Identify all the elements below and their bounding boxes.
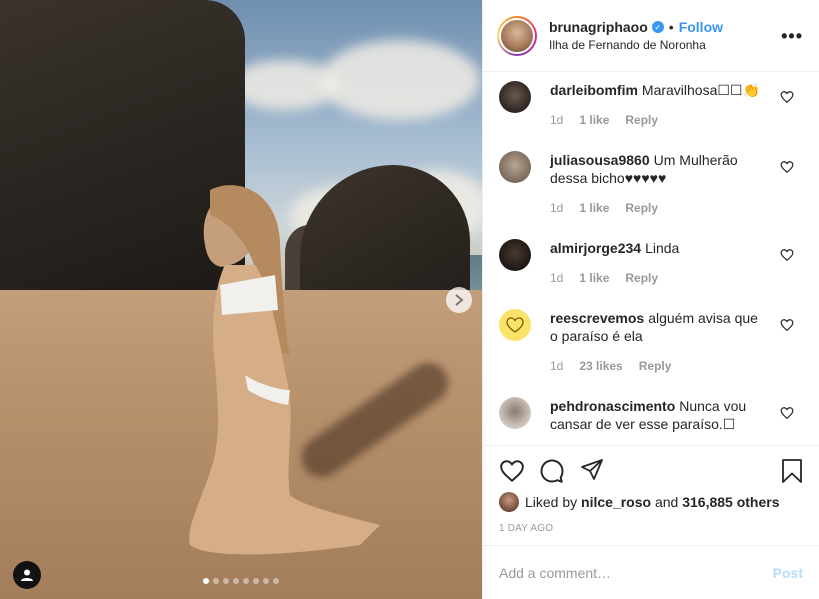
reply-button[interactable]: Reply [625,113,658,127]
carousel-indicator [203,578,279,584]
heart-icon[interactable] [780,160,794,174]
comment-text: Linda [645,240,680,256]
likes-summary: Liked by nilce_roso and 316,885 others [499,492,780,512]
comment-avatar[interactable] [499,309,531,341]
heart-icon[interactable] [780,318,794,332]
more-options-icon[interactable]: ••• [781,26,803,47]
carousel-dot [233,578,239,584]
user-tags-button[interactable] [13,561,41,589]
post-comment-button[interactable]: Post [773,565,803,581]
carousel-dot [253,578,259,584]
reply-button[interactable]: Reply [639,359,672,373]
liker-avatar[interactable] [499,492,519,512]
cloud [320,40,480,120]
comment-avatar[interactable] [499,397,531,429]
person-icon [21,569,33,581]
heart-icon[interactable] [780,90,794,104]
share-icon[interactable] [580,458,604,482]
likes-others[interactable]: 316,885 others [682,494,779,510]
comment-input[interactable] [499,564,773,581]
comment-likes[interactable]: 1 like [579,113,609,127]
verified-badge-icon: ✓ [651,21,664,33]
reply-button[interactable]: Reply [625,201,658,215]
author-avatar[interactable] [497,15,537,56]
comment-list: darleibomfim Maravilhosa☐☐👏 1d 1 like Rep… [483,73,819,445]
bookmark-icon[interactable] [781,458,803,484]
post-panel: brunagriphaoo ✓ • Follow Ilha de Fernand… [482,0,819,599]
comment-likes[interactable]: 1 like [579,201,609,215]
post-timestamp[interactable]: 1 DAY AGO [499,523,553,534]
comment-username[interactable]: reescrevemos [550,310,644,326]
comment-time[interactable]: 1d [550,359,563,373]
post-actions: Liked by nilce_roso and 316,885 others 1… [483,445,819,545]
reply-button[interactable]: Reply [625,271,658,285]
heart-icon[interactable] [780,248,794,262]
follow-button[interactable]: Follow [679,19,723,35]
carousel-dot [203,578,209,584]
person-figure [189,185,380,555]
comment-bubble-icon[interactable] [539,458,565,484]
comment-time[interactable]: 1d [550,271,563,285]
heart-icon[interactable] [780,406,794,420]
chevron-right-icon [455,294,464,306]
comment-username[interactable]: almirjorge234 [550,240,641,256]
comment-time[interactable]: 1d [550,201,563,215]
comment-avatar[interactable] [499,239,531,271]
like-heart-icon[interactable] [499,458,525,484]
comment-username[interactable]: juliasousa9860 [550,152,650,168]
comment-username[interactable]: pehdronascimento [550,398,675,414]
carousel-dot [273,578,279,584]
post-image[interactable] [0,0,482,599]
comment-form: Post [483,545,819,599]
comment-avatar[interactable] [499,81,531,113]
liker-username[interactable]: nilce_roso [581,494,651,510]
comment-time[interactable]: 1d [550,113,563,127]
next-slide-button[interactable] [446,287,472,313]
likes-prefix: Liked by [525,494,578,510]
carousel-dot [243,578,249,584]
separator: • [668,19,674,35]
author-username[interactable]: brunagriphaoo [549,19,648,35]
carousel-dot [263,578,269,584]
post-location[interactable]: Ilha de Fernando de Noronha [549,38,723,52]
comment-avatar[interactable] [499,151,531,183]
comment-text: Maravilhosa☐☐👏 [641,82,760,98]
likes-and: and [654,494,679,510]
post-header: brunagriphaoo ✓ • Follow Ilha de Fernand… [483,0,819,72]
comment-likes[interactable]: 1 like [579,271,609,285]
comment-username[interactable]: darleibomfim [550,82,638,98]
comment-likes[interactable]: 23 likes [579,359,622,373]
heart-logo-icon [506,317,524,333]
carousel-dot [223,578,229,584]
carousel-dot [213,578,219,584]
